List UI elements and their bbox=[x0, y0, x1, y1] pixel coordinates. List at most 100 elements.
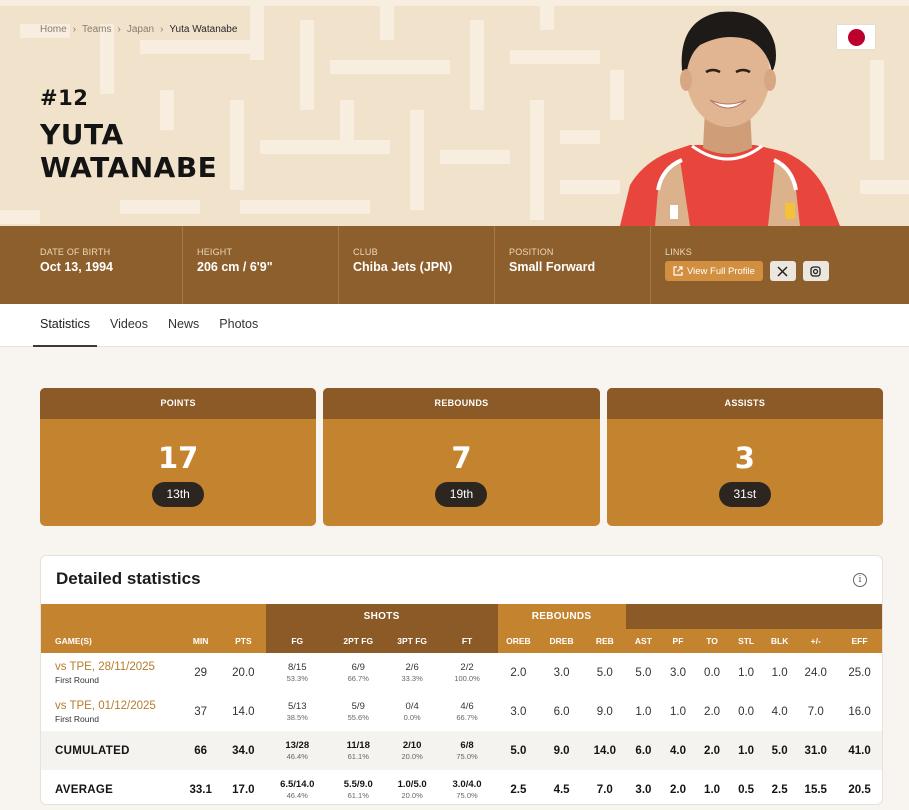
cell-ft: 3.0/4.0 75.0% bbox=[437, 770, 498, 804]
instagram-icon[interactable] bbox=[802, 261, 829, 281]
fg3-pct: 33.3% bbox=[401, 674, 423, 683]
info-position-label: POSITION bbox=[509, 247, 554, 257]
col-oreb[interactable]: OREB bbox=[497, 629, 540, 653]
fg2-made: 5.5/9.0 bbox=[343, 779, 373, 790]
player-name: YUTA WATANABE bbox=[40, 118, 217, 184]
info-links-label: LINKS bbox=[665, 247, 693, 257]
cell-stl: 0.0 bbox=[738, 705, 755, 718]
cell-pf: 1.0 bbox=[669, 705, 686, 718]
col-min[interactable]: MIN bbox=[180, 629, 221, 653]
x-social-icon[interactable] bbox=[769, 261, 796, 281]
view-full-profile-label: View Full Profile bbox=[687, 265, 755, 277]
profile-tabs: Statistics Videos News Photos bbox=[0, 304, 909, 347]
game-link[interactable]: vs TPE, 01/12/2025 bbox=[55, 700, 180, 712]
col-fg[interactable]: FG bbox=[265, 629, 329, 653]
breadcrumb-home[interactable]: Home bbox=[40, 24, 67, 35]
ft-made: 2/2 bbox=[460, 662, 474, 673]
cell-stl: 1.0 bbox=[729, 731, 763, 770]
cell-3pt-fg: 1.0/5.0 20.0% bbox=[388, 770, 437, 804]
summary-card-value: 3 bbox=[734, 441, 755, 475]
tab-videos[interactable]: Videos bbox=[103, 304, 155, 347]
col-dreb[interactable]: DREB bbox=[539, 629, 584, 653]
game-cell: vs TPE, 28/11/2025 First Round bbox=[41, 653, 180, 692]
summary-card-value: 17 bbox=[157, 441, 199, 475]
stats-column-header: GAME(S) MIN PTS FG 2PT FG 3PT FG FT OREB… bbox=[41, 629, 882, 653]
tab-news[interactable]: News bbox=[161, 304, 206, 347]
tab-statistics[interactable]: Statistics bbox=[33, 304, 98, 347]
game-link[interactable]: vs TPE, 28/11/2025 bbox=[55, 661, 180, 673]
tab-photos[interactable]: Photos bbox=[212, 304, 265, 347]
cell-ft: 6/8 75.0% bbox=[436, 731, 498, 770]
table-row-cumulated: CUMULATED 66 34.0 13/28 46.4% 11/18 61.1% … bbox=[41, 731, 882, 770]
stats-table: SHOTS REBOUNDS GAME(S) MIN PTS FG 2PT FG… bbox=[41, 604, 882, 804]
summary-card-points: POINTS 17 13th bbox=[40, 388, 317, 526]
info-links: LINKS View Full Profile bbox=[651, 226, 909, 304]
summary-card-label: REBOUNDS bbox=[323, 388, 600, 419]
group-shots: SHOTS bbox=[265, 604, 498, 629]
col-games[interactable]: GAME(S) bbox=[41, 629, 181, 653]
detailed-statistics: Detailed statistics i SHOTS REBOUNDS GAM… bbox=[40, 555, 883, 805]
col-pf[interactable]: PF bbox=[661, 629, 695, 653]
info-dob-label: DATE OF BIRTH bbox=[40, 247, 111, 257]
player-hero: Home › Teams › Japan › Yuta Watanabe #12… bbox=[0, 0, 909, 226]
col-stl[interactable]: STL bbox=[729, 629, 763, 653]
col-3pt-fg[interactable]: 3PT FG bbox=[387, 629, 437, 653]
cell-2pt-fg: 5/9 55.6% bbox=[329, 692, 388, 731]
cell-3pt-fg: 0/4 0.0% bbox=[388, 692, 437, 731]
cell-eff: 41.0 bbox=[835, 731, 882, 770]
ft-made: 3.0/4.0 bbox=[452, 779, 482, 790]
cell-to: 2.0 bbox=[704, 705, 721, 718]
group-rebounds: REBOUNDS bbox=[497, 604, 626, 629]
cell-2pt-fg: 11/18 61.1% bbox=[328, 731, 388, 770]
cell-eff: 20.5 bbox=[848, 783, 871, 796]
cell-fg: 8/15 53.3% bbox=[266, 653, 329, 692]
fg2-pct: 61.1% bbox=[347, 752, 369, 761]
cell-to: 2.0 bbox=[694, 731, 730, 770]
chevron-right-icon: › bbox=[160, 24, 164, 35]
view-full-profile-button[interactable]: View Full Profile bbox=[665, 261, 763, 281]
info-position: POSITION Small Forward bbox=[495, 226, 651, 304]
stats-group-header: SHOTS REBOUNDS bbox=[41, 604, 882, 629]
cell-reb: 7.0 bbox=[596, 783, 613, 796]
col-ft[interactable]: FT bbox=[436, 629, 498, 653]
fg-made: 5/13 bbox=[287, 701, 307, 712]
cell-ft: 2/2 100.0% bbox=[437, 653, 498, 692]
summary-card-rank: 13th bbox=[152, 482, 205, 507]
cell-pts: 14.0 bbox=[232, 705, 255, 718]
col-to[interactable]: TO bbox=[694, 629, 730, 653]
col-plus-minus[interactable]: +/- bbox=[796, 629, 836, 653]
info-height-value: 206 cm / 6'9" bbox=[197, 260, 273, 274]
fg3-made: 0/4 bbox=[405, 701, 419, 712]
breadcrumb-country[interactable]: Japan bbox=[127, 24, 154, 35]
breadcrumb-teams[interactable]: Teams bbox=[82, 24, 111, 35]
fg2-pct: 61.1% bbox=[347, 791, 369, 800]
col-pts[interactable]: PTS bbox=[220, 629, 266, 653]
col-eff[interactable]: EFF bbox=[835, 629, 882, 653]
summary-card-value: 7 bbox=[451, 441, 472, 475]
info-position-value: Small Forward bbox=[509, 260, 596, 274]
ft-pct: 75.0% bbox=[456, 752, 478, 761]
cell-blk: 5.0 bbox=[762, 731, 797, 770]
cell-pf: 2.0 bbox=[669, 783, 686, 796]
row-label: AVERAGE bbox=[55, 783, 114, 796]
game-cell: vs TPE, 01/12/2025 First Round bbox=[41, 692, 180, 731]
col-blk[interactable]: BLK bbox=[762, 629, 797, 653]
cell-ft: 4/6 66.7% bbox=[437, 692, 498, 731]
fg3-made: 2/6 bbox=[405, 662, 419, 673]
fg-pct: 38.5% bbox=[286, 713, 308, 722]
fg3-pct: 20.0% bbox=[401, 791, 423, 800]
chevron-right-icon: › bbox=[72, 24, 77, 35]
col-ast[interactable]: AST bbox=[625, 629, 662, 653]
cell-ast: 6.0 bbox=[625, 731, 662, 770]
info-icon[interactable]: i bbox=[853, 573, 867, 587]
col-reb[interactable]: REB bbox=[583, 629, 626, 653]
flag-circle bbox=[847, 28, 865, 46]
col-2pt-fg[interactable]: 2PT FG bbox=[328, 629, 388, 653]
row-label: CUMULATED bbox=[41, 731, 181, 770]
cell-blk: 4.0 bbox=[771, 705, 788, 718]
cell-reb: 14.0 bbox=[583, 731, 626, 770]
fg2-made: 11/18 bbox=[346, 740, 370, 751]
fg2-made: 5/9 bbox=[351, 701, 365, 712]
summary-cards: POINTS 17 13th REBOUNDS 7 19th ASSISTS 3… bbox=[40, 388, 883, 526]
cell-3pt-fg: 2/10 20.0% bbox=[387, 731, 437, 770]
